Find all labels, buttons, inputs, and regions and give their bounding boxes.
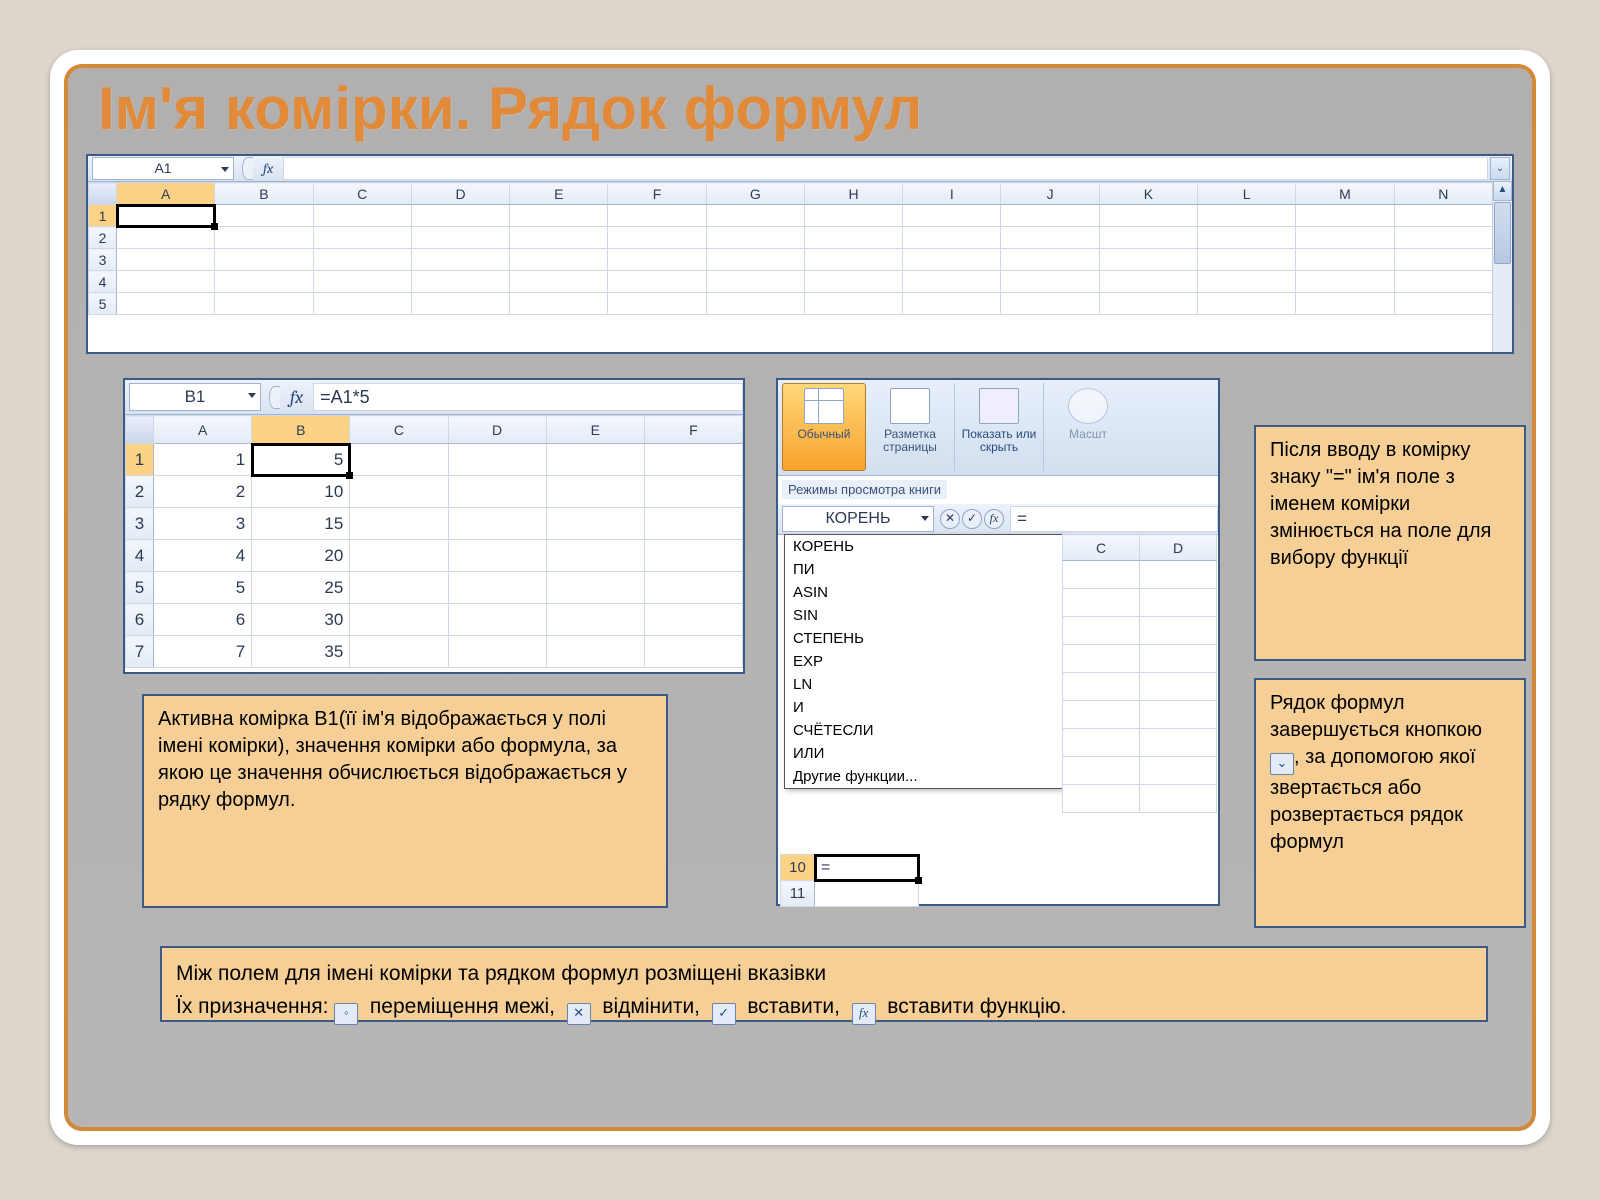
function-item[interactable]: СТЕПЕНЬ — [785, 627, 1063, 650]
function-item[interactable]: ASIN — [785, 581, 1063, 604]
fx-icon: fx — [852, 1003, 876, 1025]
formula-input[interactable]: =A1*5 — [313, 383, 743, 411]
slide-outer: Ім'я комірки. Рядок формул A1 fx ⌄ A B C… — [50, 50, 1550, 1145]
view-normal-button[interactable]: Обычный — [782, 383, 866, 471]
page-icon — [890, 388, 930, 424]
function-item-more[interactable]: Другие функции... — [785, 765, 1063, 788]
formula-input[interactable] — [283, 157, 1488, 180]
worksheet-grid[interactable]: A B C D E F 115 2210 3315 4420 5525 6630… — [125, 415, 743, 668]
insert-function-button[interactable]: fx — [984, 509, 1004, 529]
move-border-icon: ◦ — [334, 1003, 358, 1025]
ribbon-view-group: Обычный Разметка страницы Показать или с… — [778, 380, 1218, 476]
worksheet-grid-side[interactable]: CD — [1062, 534, 1216, 813]
show-hide-button[interactable]: Показать или скрыть — [957, 383, 1041, 471]
check-icon: ✓ — [712, 1003, 736, 1025]
excel-figure-right: Обычный Разметка страницы Показать или с… — [776, 378, 1220, 906]
cancel-icon: ✕ — [567, 1003, 591, 1025]
enter-formula-button[interactable]: ✓ — [962, 509, 982, 529]
scroll-thumb[interactable] — [1494, 202, 1511, 264]
cancel-formula-button[interactable]: ✕ — [940, 509, 960, 529]
excel-figure-left: B1 fx =A1*5 A B C D E F 115 — [123, 378, 745, 674]
vertical-scrollbar[interactable]: ▲ — [1492, 181, 1512, 352]
formula-bar: B1 fx =A1*5 — [125, 380, 743, 415]
function-item[interactable]: И — [785, 696, 1063, 719]
name-box[interactable]: B1 — [129, 383, 261, 411]
divider-icon — [242, 157, 253, 180]
slide-inner: Ім'я комірки. Рядок формул A1 fx ⌄ A B C… — [64, 64, 1536, 1131]
formula-actions: ✕ ✓ fx — [940, 509, 1004, 529]
fx-icon[interactable]: fx — [290, 387, 303, 408]
function-item[interactable]: SIN — [785, 604, 1063, 627]
worksheet-rows-bottom[interactable]: 10= 11 — [780, 854, 919, 907]
view-page-layout-button[interactable]: Разметка страницы — [868, 383, 952, 471]
callout-active-cell: Активна комірка B1(її ім'я відображаєтьс… — [142, 694, 668, 908]
function-item[interactable]: LN — [785, 673, 1063, 696]
slide-title: Ім'я комірки. Рядок формул — [98, 74, 922, 143]
function-item[interactable]: КОРЕНЬ — [785, 535, 1063, 558]
function-item[interactable]: ИЛИ — [785, 742, 1063, 765]
callout-formula-bar-expand: Рядок формул завершується кнопкою ⌄, за … — [1254, 678, 1526, 928]
fx-icon[interactable]: fx — [263, 160, 273, 177]
formula-bar: КОРЕНЬ ✕ ✓ fx = — [778, 504, 1218, 535]
callout-equals-sign: Після вводу в комірку знаку "=" ім'я пол… — [1254, 425, 1526, 661]
worksheet-grid[interactable]: A B C D E F G H I J K L M N — [88, 182, 1512, 315]
function-item[interactable]: EXP — [785, 650, 1063, 673]
function-dropdown[interactable]: КОРЕНЬ ПИ ASIN SIN СТЕПЕНЬ EXP LN И СЧЁТ… — [784, 534, 1064, 789]
magnifier-icon — [1068, 388, 1108, 424]
scroll-up-icon[interactable]: ▲ — [1493, 181, 1512, 201]
expand-formula-bar-button[interactable]: ⌄ — [1490, 157, 1510, 180]
formula-input[interactable]: = — [1010, 506, 1218, 532]
grid-icon — [804, 388, 844, 424]
ribbon-group-label: Режимы просмотра книги — [782, 480, 947, 499]
checkbox-icon — [979, 388, 1019, 424]
callout-bottom-icons: Між полем для імені комірки та рядком фо… — [160, 946, 1488, 1022]
function-item[interactable]: ПИ — [785, 558, 1063, 581]
formula-bar: A1 fx ⌄ — [88, 156, 1512, 182]
zoom-button[interactable]: Масшт — [1046, 383, 1130, 471]
excel-figure-top: A1 fx ⌄ A B C D E F G H — [86, 154, 1514, 354]
chevron-down-icon: ⌄ — [1270, 753, 1294, 775]
function-item[interactable]: СЧЁТЕСЛИ — [785, 719, 1063, 742]
function-name-box[interactable]: КОРЕНЬ — [782, 506, 934, 532]
divider-icon — [269, 386, 280, 409]
name-box[interactable]: A1 — [92, 157, 234, 180]
